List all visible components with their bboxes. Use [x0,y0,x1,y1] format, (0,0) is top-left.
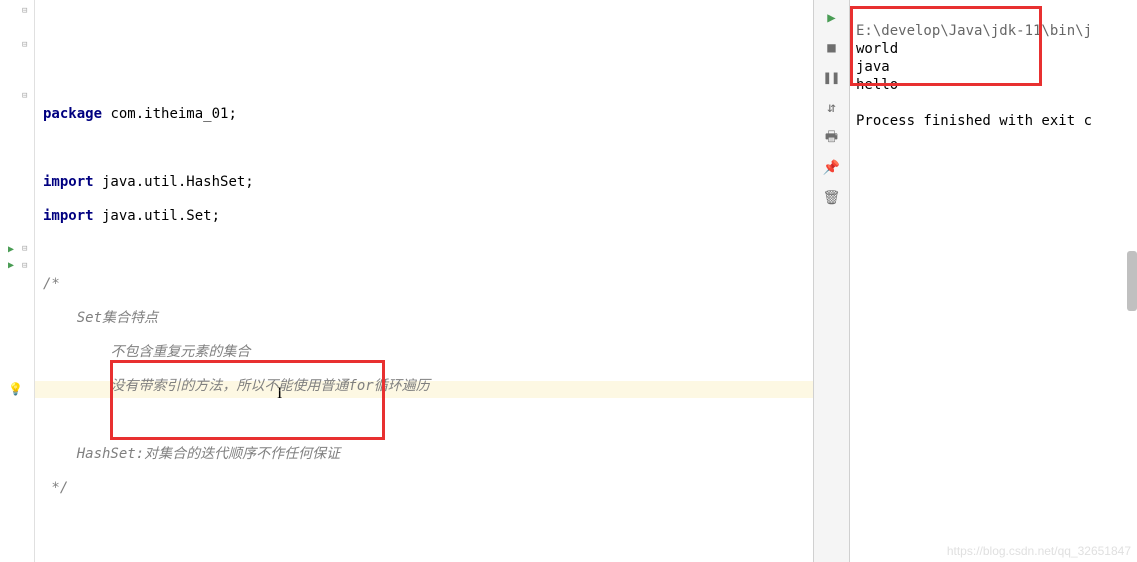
comment-line: HashSet:对集合的迭代顺序不作任何保证 [77,446,340,462]
block-comment-start: /* [43,276,60,292]
comment-line: 不包含重复元素的集合 [110,344,250,360]
layout-button[interactable]: ⇵ [822,98,842,118]
keyword-package: package [43,106,102,122]
fold-icon[interactable]: ⊟ [22,244,27,254]
pause-button[interactable]: ❚❚ [822,68,842,88]
run-gutter-icon-2[interactable]: ▶ [8,260,14,271]
fold-icon[interactable]: ⊟ [22,91,27,101]
vertical-scrollbar[interactable] [1127,251,1137,311]
keyword-import: import [43,208,94,224]
fold-icon[interactable]: ⊟ [22,261,27,271]
comment-line: Set集合特点 [77,310,158,326]
annotation-box-code [110,360,385,440]
trash-button[interactable]: 🗑 [822,188,842,208]
intention-bulb-icon[interactable]: 💡 [8,382,23,396]
fold-icon[interactable]: ⊟ [22,6,27,16]
annotation-box-output [850,6,1042,86]
console-exit: Process finished with exit c [856,113,1092,129]
import-stmt-2: java.util.Set; [94,208,220,224]
run-gutter-icon[interactable]: ▶ [8,244,14,255]
package-name: com.itheima_01; [102,106,237,122]
fold-icon[interactable]: ⊟ [22,40,27,50]
code-editor[interactable]: I package com.itheima_01; import java.ut… [35,0,813,562]
import-stmt-1: java.util.HashSet; [94,174,254,190]
rerun-button[interactable]: ▶ [822,8,842,28]
block-comment-end: */ [43,480,68,496]
run-toolbar: ▶ ■ ❚❚ ⇵ 🖶 📌 🗑 [813,0,849,562]
keyword-import: import [43,174,94,190]
print-button[interactable]: 🖶 [822,128,842,148]
watermark-text: https://blog.csdn.net/qq_32651847 [947,544,1131,558]
editor-gutter: ▶ ▶ 💡 ⊟ ⊟ ⊟ ⊟ ⊟ [0,0,35,562]
stop-button[interactable]: ■ [822,38,842,58]
pin-button[interactable]: 📌 [822,158,842,178]
